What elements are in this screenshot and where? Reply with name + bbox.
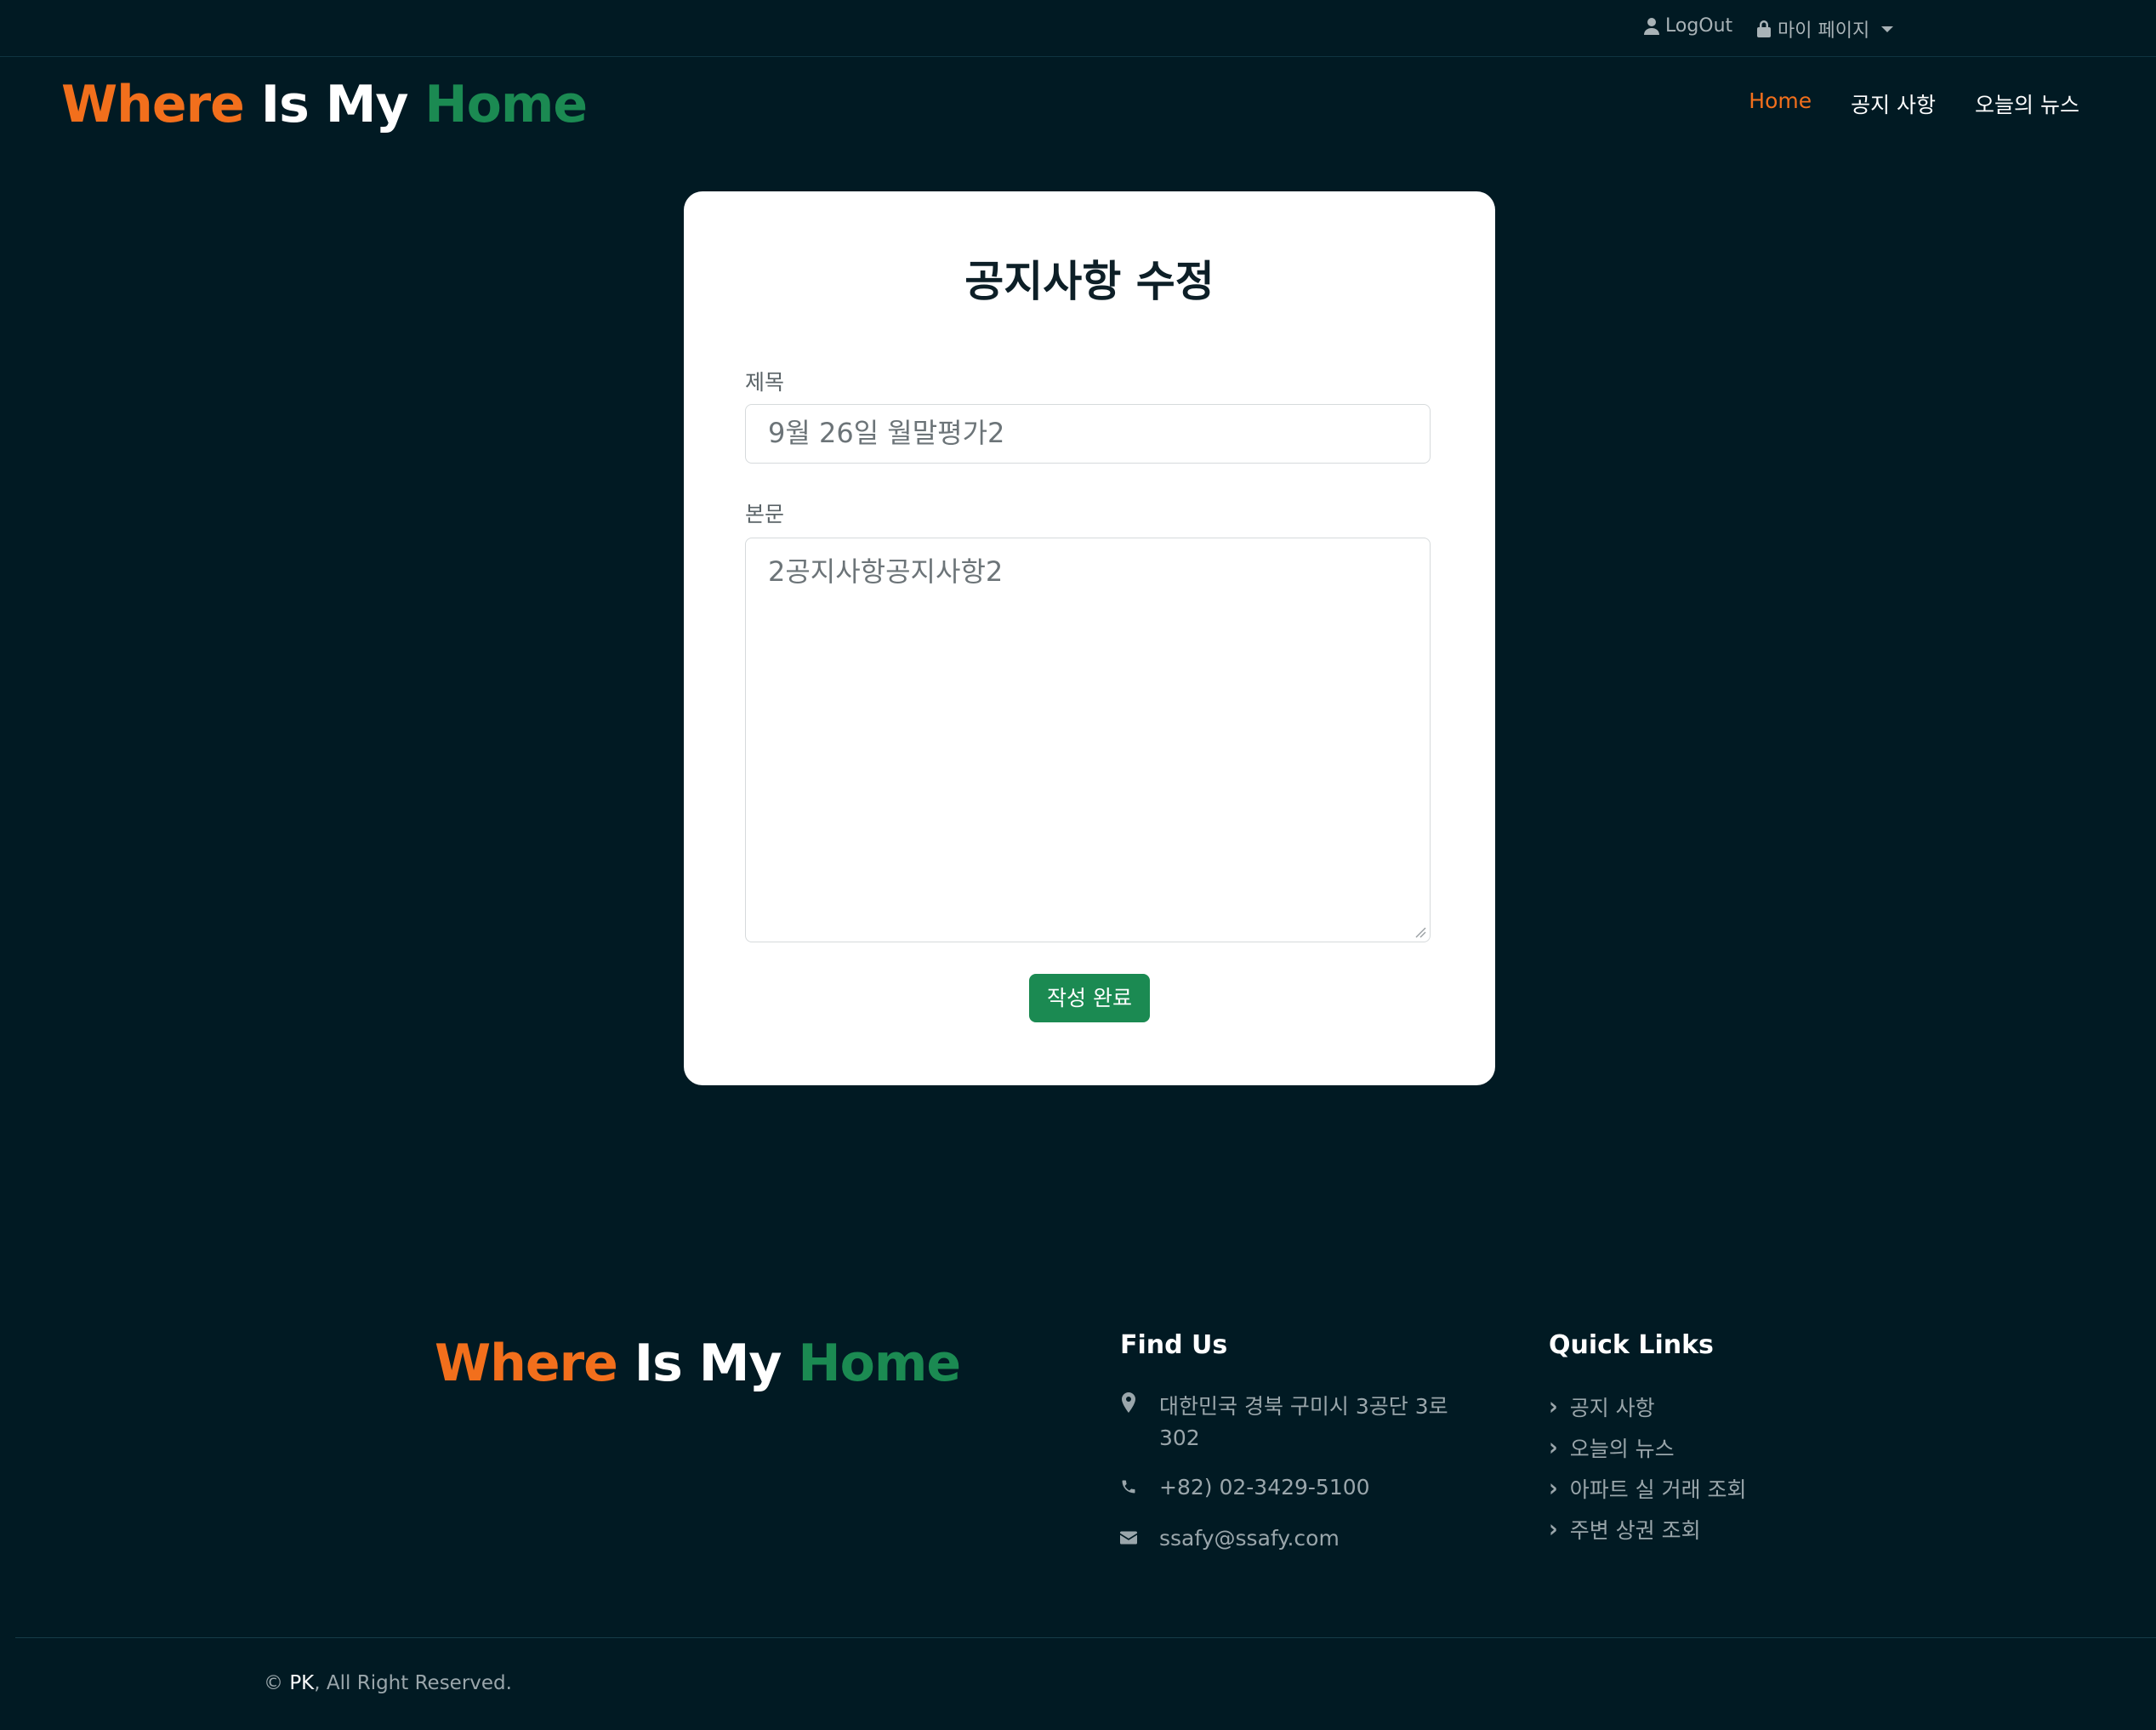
address-text: 대한민국 경북 구미시 3공단 3로 302 [1159,1394,1448,1450]
logo-word-home: Home [424,75,588,134]
mypage-dropdown[interactable]: 마이 페이지 [1755,15,1894,43]
title-field-label: 제목 [745,370,785,395]
quick-link-news[interactable]: › 오늘의 뉴스 [1549,1432,1675,1463]
submit-button[interactable]: 작성 완료 [1029,974,1150,1022]
page-title: 공지사항 수정 [964,257,1215,306]
nav-item-news[interactable]: 오늘의 뉴스 [1975,88,2079,119]
footer-email: ssafy@ssafy.com [1120,1526,1340,1551]
phone-icon [1122,1480,1135,1494]
footer-logo-word-is-my: Is My [634,1334,782,1393]
edit-notice-card: 공지사항 수정 제목 9월 26일 월말평가2 본문 2공지사항공지사항2 작성… [684,191,1495,1085]
quick-link-label: 아파트 실 거래 조회 [1569,1477,1747,1502]
copyright-symbol: © [264,1672,283,1694]
quick-link-label: 공지 사항 [1569,1396,1655,1420]
logo-word-is-my: Is My [260,75,409,134]
body-field-label: 본문 [745,502,785,526]
title-input[interactable]: 9월 26일 월말평가2 [745,404,1431,464]
footer-logo-word-where: Where [435,1334,618,1393]
mypage-label: 마이 페이지 [1778,20,1870,42]
chevron-right-icon: › [1549,1515,1558,1544]
footer-phone: +82) 02-3429-5100 [1120,1475,1370,1500]
resize-handle-icon[interactable] [1414,926,1426,938]
phone-text: +82) 02-3429-5100 [1159,1475,1370,1500]
footer-address: 대한민국 경북 구미시 3공단 3로 302 [1120,1391,1477,1454]
quick-link-apartment-deals[interactable]: › 아파트 실 거래 조회 [1549,1473,1747,1504]
logo-word-where: Where [61,75,245,134]
chevron-right-icon: › [1549,1433,1558,1462]
copyright-text: , All Right Reserved. [314,1672,512,1694]
map-pin-icon [1122,1392,1135,1413]
chevron-down-icon [1881,26,1894,32]
quick-links-heading: Quick Links [1549,1330,1714,1360]
body-text: 2공지사항공지사항2 [768,555,1004,588]
logout-label: LogOut [1665,15,1733,37]
site-logo[interactable]: Where Is My Home [61,75,588,134]
email-text: ssafy@ssafy.com [1159,1526,1340,1551]
copyright: © PK, All Right Reserved. [264,1672,512,1694]
footer-logo[interactable]: Where Is My Home [435,1334,961,1393]
nav-item-home[interactable]: Home [1749,88,1812,119]
nav-item-notice[interactable]: 공지 사항 [1851,88,1936,119]
envelope-icon [1120,1531,1137,1545]
quick-link-label: 주변 상권 조회 [1569,1518,1701,1543]
copyright-owner-link[interactable]: PK [289,1672,314,1694]
top-bar: LogOut 마이 페이지 [0,0,2156,57]
quick-link-label: 오늘의 뉴스 [1569,1437,1675,1461]
footer-divider [15,1637,2156,1638]
quick-link-notice[interactable]: › 공지 사항 [1549,1391,1655,1422]
quick-link-nearby-shops[interactable]: › 주변 상권 조회 [1549,1514,1701,1545]
footer-logo-word-home: Home [798,1334,961,1393]
find-us-heading: Find Us [1120,1330,1228,1360]
logout-link[interactable]: LogOut [1643,15,1732,37]
body-textarea[interactable]: 2공지사항공지사항2 [745,538,1431,942]
chevron-right-icon: › [1549,1392,1558,1421]
lock-icon [1757,20,1771,37]
chevron-right-icon: › [1549,1474,1558,1503]
user-icon [1644,17,1659,35]
main-nav: Home 공지 사항 오늘의 뉴스 [1749,88,2079,119]
